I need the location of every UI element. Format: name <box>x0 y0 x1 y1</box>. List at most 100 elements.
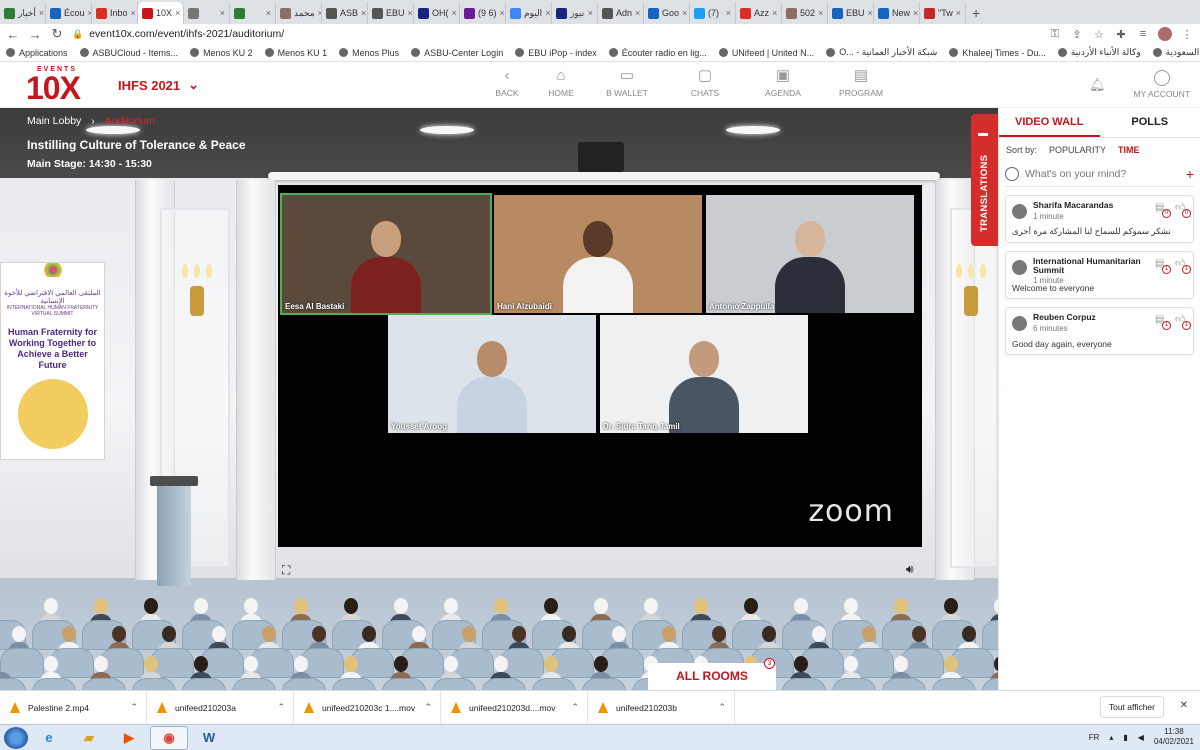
browser-tab[interactable]: محمد× <box>276 2 322 24</box>
browser-tab[interactable]: × <box>184 2 230 24</box>
media-icon[interactable]: ≡ <box>1136 28 1150 40</box>
star-icon[interactable]: ☆ <box>1092 28 1106 41</box>
tab-close-icon[interactable]: × <box>868 8 873 18</box>
word-icon[interactable]: W <box>190 726 228 750</box>
forward-arrow-icon[interactable]: → <box>28 27 42 42</box>
network-icon[interactable]: ▮ <box>1123 733 1127 742</box>
bookmark-item[interactable]: Applications <box>6 48 68 58</box>
volume-icon[interactable]: 🔊︎ <box>906 562 914 577</box>
internet-explorer-icon[interactable]: e <box>30 726 68 750</box>
compose-box[interactable]: What's on your mind? + <box>1005 162 1194 187</box>
like-icon[interactable]: 👍︎ 0 <box>1175 202 1191 218</box>
language-indicator[interactable]: FR <box>1089 733 1100 742</box>
browser-tab[interactable]: Goo × <box>644 2 690 24</box>
post-author-avatar[interactable] <box>1012 316 1027 331</box>
participant-video-tile[interactable]: Youssef Aroog <box>388 315 596 433</box>
download-item[interactable]: Palestine 2.mp4 ⌃ <box>0 690 147 725</box>
key-icon[interactable]: ⚿ <box>1048 28 1062 41</box>
new-tab-icon[interactable]: + <box>966 2 986 24</box>
post-author[interactable]: Sharifa Macarandas <box>1033 201 1143 210</box>
like-icon[interactable]: 👍︎ 1 <box>1175 314 1191 330</box>
chevron-up-icon[interactable]: ⌃ <box>277 702 285 713</box>
clock[interactable]: 11:38 04/02/2021 <box>1154 727 1194 747</box>
tab-close-icon[interactable]: × <box>588 8 593 18</box>
tab-close-icon[interactable]: × <box>682 8 687 18</box>
tab-close-icon[interactable]: × <box>452 8 457 18</box>
bookmark-item[interactable]: ASBU-Center Login <box>411 48 503 58</box>
browser-tab[interactable]: Inbo × <box>92 2 138 24</box>
download-item[interactable]: unifeed210203b ⌃ <box>588 690 735 725</box>
more-menu-icon[interactable]: ⋮ <box>1180 28 1194 41</box>
browser-tab[interactable]: نيوز × <box>552 2 598 24</box>
compose-placeholder[interactable]: What's on your mind? <box>1025 168 1180 180</box>
events10x-logo[interactable]: EVENTS 10X <box>26 66 88 106</box>
browser-tab[interactable]: 502 × <box>782 2 828 24</box>
add-post-icon[interactable]: + <box>1186 166 1194 182</box>
close-icon[interactable]: ✕ <box>1180 700 1188 711</box>
tab-close-icon[interactable]: × <box>500 8 505 18</box>
chevron-up-icon[interactable]: ⌃ <box>571 702 579 713</box>
fullscreen-icon[interactable]: ⛶ <box>282 563 290 578</box>
file-explorer-icon[interactable]: ▰ <box>70 726 108 750</box>
chevron-up-icon[interactable]: ⌃ <box>424 702 432 713</box>
nav-home-button[interactable]: ⌂ HOME <box>534 68 588 104</box>
comment-icon[interactable]: ▤ 0 <box>1155 202 1171 218</box>
browser-tab[interactable]: EBU × <box>368 2 414 24</box>
bookmark-item[interactable]: Menos KU 1 <box>264 48 327 58</box>
comment-icon[interactable]: ▤ 1 <box>1155 314 1171 330</box>
chevron-up-icon[interactable]: ⌃ <box>718 702 726 713</box>
event-selector[interactable]: IHFS 2021 ⌄ <box>118 77 199 93</box>
post-author-avatar[interactable] <box>1012 204 1027 219</box>
nav-back-button[interactable]: ‹ BACK <box>480 68 534 104</box>
participant-video-tile[interactable]: Dr. Sidra Tariq Jamil <box>600 315 808 433</box>
browser-tab[interactable]: أخبار × <box>0 2 46 24</box>
nav-b-wallet-button[interactable]: ▭ B WALLET <box>588 68 666 104</box>
tab-close-icon[interactable]: × <box>913 8 918 18</box>
browser-tab[interactable]: × <box>230 2 276 24</box>
browser-tab[interactable]: Adn × <box>598 2 644 24</box>
bookmark-item[interactable]: ASBUCloud - Items... <box>79 48 178 58</box>
bookmark-item[interactable]: UNifeed | United N... <box>718 48 814 58</box>
tab-close-icon[interactable]: × <box>726 8 731 18</box>
bookmark-item[interactable]: وكالة الأنباء السعودية <box>1152 47 1200 58</box>
browser-tab[interactable]: 10X × <box>138 2 184 24</box>
browser-tab[interactable]: EBU × <box>828 2 874 24</box>
nav-program-button[interactable]: ▤ PROGRAM <box>822 68 900 104</box>
browser-tab[interactable]: (7) × <box>690 2 736 24</box>
address-bar[interactable]: 🔒 event10x.com/event/ihfs-2021/auditoriu… <box>72 25 1040 43</box>
chevron-up-icon[interactable]: ⌃ <box>130 702 138 713</box>
sort-time[interactable]: TIME <box>1118 145 1140 155</box>
browser-tab[interactable]: Azz × <box>736 2 782 24</box>
tab-close-icon[interactable]: × <box>635 8 640 18</box>
my-account-button[interactable]: MY ACCOUNT <box>1133 70 1190 99</box>
share-icon[interactable]: ⇪ <box>1070 28 1084 41</box>
browser-tab[interactable]: ASB × <box>322 2 368 24</box>
post-author[interactable]: Reuben Corpuz <box>1033 313 1143 322</box>
browser-tab[interactable]: (9 6) × <box>460 2 506 24</box>
show-all-button[interactable]: Tout afficher <box>1099 696 1164 718</box>
bookmark-item[interactable]: Menos Plus <box>339 48 399 58</box>
tray-arrow-icon[interactable]: ▴ <box>1109 733 1113 742</box>
chrome-icon[interactable]: ◉ <box>150 725 188 750</box>
bookmark-item[interactable]: Écouter radio en lig... <box>608 48 707 58</box>
all-rooms-button[interactable]: ALL ROOMS <box>648 663 776 690</box>
speaker-icon[interactable]: ◀ <box>1138 733 1144 742</box>
browser-tab[interactable]: New × <box>874 2 920 24</box>
post-author[interactable]: International Humanitarian Summit <box>1033 257 1143 275</box>
tab-close-icon[interactable]: × <box>175 8 180 18</box>
video-screen[interactable]: Dr. Sidra Tariq Jamil Youssef Aroog Antoni… <box>278 185 922 547</box>
tab-close-icon[interactable]: × <box>361 8 366 18</box>
bookmark-item[interactable]: وكالة الأنباء الأردنية <box>1057 47 1141 58</box>
bookmark-item[interactable]: Menos KU 2 <box>190 48 253 58</box>
tab-video-wall[interactable]: VIDEO WALL <box>999 108 1100 137</box>
download-item[interactable]: unifeed210203a ⌃ <box>147 690 294 725</box>
browser-tab[interactable]: "Tw × <box>920 2 966 24</box>
tab-close-icon[interactable]: × <box>818 8 823 18</box>
translations-tab[interactable]: ▬ TRANSLATIONS <box>971 114 998 246</box>
tab-close-icon[interactable]: × <box>266 8 271 18</box>
breadcrumb-main-lobby[interactable]: Main Lobby <box>27 115 81 127</box>
sort-popularity[interactable]: POPULARITY <box>1049 145 1106 155</box>
bookmark-item[interactable]: Khaleej Times - Du... <box>949 48 1046 58</box>
reload-icon[interactable]: ↻ <box>50 26 64 42</box>
start-button[interactable] <box>4 726 28 749</box>
